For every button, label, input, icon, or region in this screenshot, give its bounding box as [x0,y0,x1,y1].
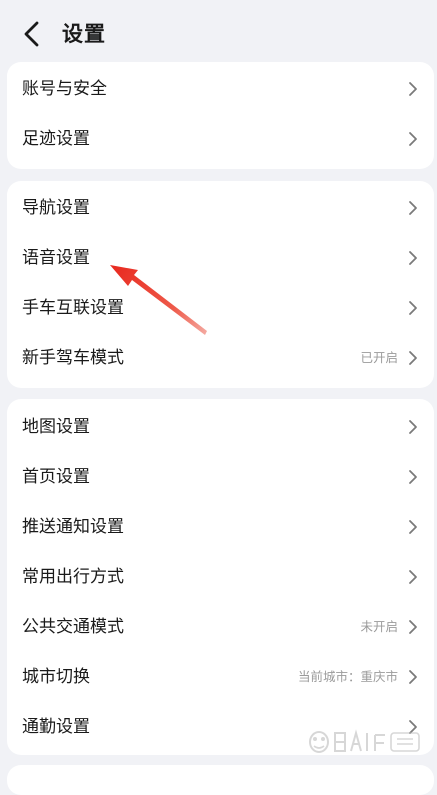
settings-item-label: 推送通知设置 [22,517,124,537]
settings-item-public-transit[interactable]: 公共交通模式 未开启 [7,602,434,652]
settings-item-label: 导航设置 [22,198,90,218]
settings-item-homepage[interactable]: 首页设置 [7,452,434,502]
chevron-right-icon [409,201,417,215]
settings-item-navigation[interactable]: 导航设置 [7,183,434,233]
settings-group-1: 账号与安全 足迹设置 [7,62,434,169]
chevron-right-icon [409,82,417,96]
page-title: 设置 [62,22,106,46]
settings-item-travel-mode[interactable]: 常用出行方式 [7,552,434,602]
settings-item-map[interactable]: 地图设置 [7,402,434,452]
settings-item-label: 账号与安全 [22,79,107,99]
settings-group-2: 导航设置 语音设置 手车互联设置 新手驾车模式 已开启 [7,181,434,388]
chevron-right-icon [409,570,417,584]
header: 设置 [0,0,437,60]
settings-item-value: 已开启 [360,350,398,365]
settings-item-label: 新手驾车模式 [22,348,124,368]
settings-item-label: 足迹设置 [22,129,90,149]
chevron-right-icon [409,520,417,534]
settings-item-label: 地图设置 [22,417,90,437]
chevron-right-icon [409,470,417,484]
chevron-left-icon [24,21,39,47]
settings-item-push-notification[interactable]: 推送通知设置 [7,502,434,552]
settings-item-account-security[interactable]: 账号与安全 [7,64,434,114]
settings-item-label: 常用出行方式 [22,567,124,587]
chevron-right-icon [409,420,417,434]
chevron-right-icon [409,301,417,315]
back-button[interactable] [14,18,50,50]
settings-item-novice-driving[interactable]: 新手驾车模式 已开启 [7,333,434,383]
settings-item-label: 手车互联设置 [22,298,124,318]
settings-item-label: 通勤设置 [22,717,90,737]
settings-item-voice[interactable]: 语音设置 [7,233,434,283]
settings-item-value: 当前城市：重庆市 [297,669,398,684]
settings-group-3: 地图设置 首页设置 推送通知设置 常用出行方式 公共交通模式 未开启 城市切换 … [7,399,434,755]
settings-item-label: 语音设置 [22,248,90,268]
settings-item-label: 城市切换 [22,667,90,687]
settings-group-4 [7,765,434,795]
settings-item-city-switch[interactable]: 城市切换 当前城市：重庆市 [7,652,434,702]
settings-item-label: 首页设置 [22,467,90,487]
watermark-logo [309,729,420,753]
settings-item-label: 公共交通模式 [22,617,124,637]
chevron-right-icon [409,670,417,684]
chevron-right-icon [409,351,417,365]
chevron-right-icon [409,251,417,265]
chevron-right-icon [409,620,417,634]
chevron-right-icon [409,132,417,146]
settings-item-value: 未开启 [360,619,398,634]
settings-item-footprint[interactable]: 足迹设置 [7,114,434,164]
settings-item-phone-car-link[interactable]: 手车互联设置 [7,283,434,333]
